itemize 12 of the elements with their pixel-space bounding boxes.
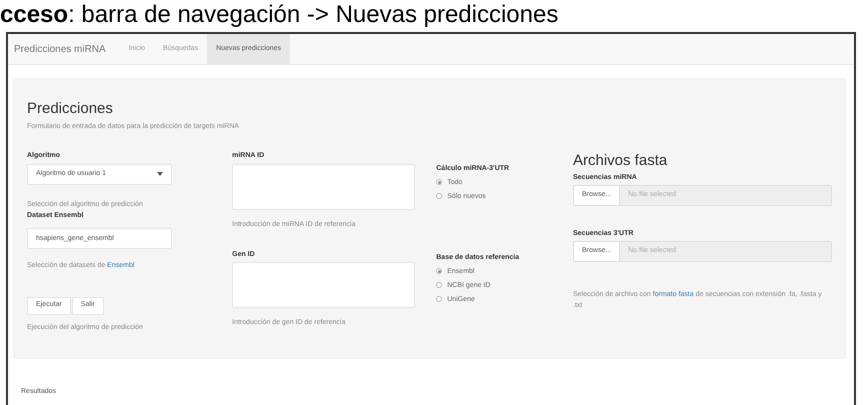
radio-button[interactable]: [436, 296, 442, 302]
radio-button[interactable]: [436, 282, 442, 288]
radio-button[interactable]: [436, 179, 442, 185]
radio-button[interactable]: [436, 193, 442, 199]
mirna-id-field[interactable]: [232, 164, 416, 210]
section-title: Archivos fasta: [573, 152, 668, 170]
radio-button[interactable]: [436, 268, 442, 274]
gene-id-field[interactable]: [232, 262, 416, 308]
panel-title: Predicciones: [27, 100, 114, 118]
caret-icon: [157, 172, 163, 176]
navbar-brand[interactable]: Predicciones miRNA: [14, 34, 120, 64]
slide-heading: cceso: barra de navegación -> Nuevas predicciones: [0, 0, 558, 30]
